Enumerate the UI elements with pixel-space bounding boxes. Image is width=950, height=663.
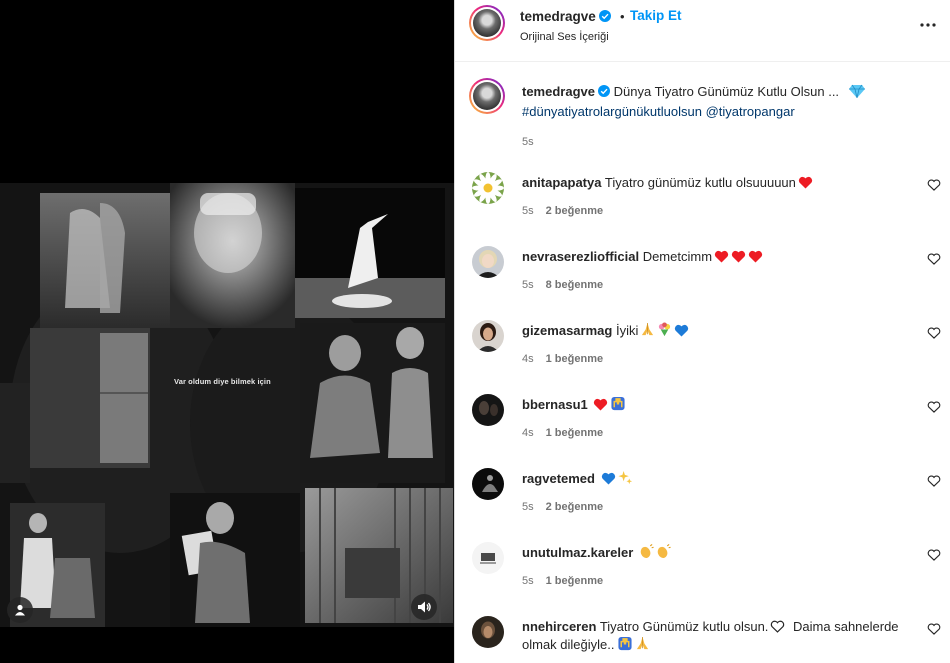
comment-avatar[interactable] [472,172,504,204]
comment-avatar[interactable] [472,468,504,500]
post-header: temedragve • Takip Et Orijinal Ses İçeri… [455,0,950,62]
like-comment-heart-icon[interactable] [927,252,941,266]
like-comment-heart-icon[interactable] [927,474,941,488]
comment-item: unutulmaz.kareler 5s 1 beğenme [455,542,950,612]
comment-username[interactable]: nevraserezliofficial [522,249,639,264]
comment-text: gizemasarmag İyiki [522,322,912,340]
separator-dot: • [620,9,625,24]
comment-likes[interactable]: 2 beğenme [546,205,603,217]
caption-text-line: temedragve Dünya Tiyatro Günümüz Kutlu O… [522,84,865,99]
caption-body: Dünya Tiyatro Günümüz Kutlu Olsun ... [613,84,840,99]
like-comment-heart-icon[interactable] [927,326,941,340]
like-comment-heart-icon[interactable] [927,400,941,414]
bouquet-icon [659,322,671,337]
mute-button[interactable] [411,594,437,620]
comment-time[interactable]: 5s [522,501,534,513]
gem-icon [848,84,865,98]
comment-time[interactable]: 5s [522,205,534,217]
like-comment-heart-icon[interactable] [927,178,941,192]
comment-time[interactable]: 4s [522,353,534,365]
collage-frame [0,183,454,627]
comment-time[interactable]: 5s [522,279,534,291]
follow-button[interactable]: Takip Et [630,8,682,23]
comment-text: nevraserezliofficial Demetcimm [522,248,912,266]
comment-avatar[interactable] [472,616,504,648]
heart-icon [675,324,689,337]
comment-meta: 5s 2 beğenme [522,205,603,217]
comment-username[interactable]: unutulmaz.kareler [522,545,633,560]
author-username[interactable]: temedragve [520,9,611,24]
outline-heart-icon [771,620,785,633]
post-side-panel: temedragve • Takip Et Orijinal Ses İçeri… [454,0,950,663]
comment-time[interactable]: 4s [522,427,534,439]
comment-text: nnehirceren Tiyatro Günümüz kutlu olsun.… [522,618,912,654]
comment-likes[interactable]: 1 beğenme [546,575,603,587]
caption-avatar[interactable] [469,78,505,114]
comment-body: Tiyatro günümüz kutlu olsuuuuun [604,175,796,190]
heart-icon [798,176,813,189]
comment-item: nevraserezliofficial Demetcimm 5s 8 beğen… [455,246,950,316]
comment-username[interactable]: ragvetemed [522,471,595,486]
comment-avatar[interactable] [472,542,504,574]
heart-icon [714,250,729,263]
more-dots-icon [920,23,936,27]
like-comment-heart-icon[interactable] [927,548,941,562]
comment-item: anitapapatya Tiyatro günümüz kutlu olsuu… [455,172,950,242]
caption-hashtags[interactable]: #dünyatiyatrolargünükutluolsun @tiyatrop… [522,104,795,119]
comment-text: anitapapatya Tiyatro günümüz kutlu olsuu… [522,174,912,192]
audio-label[interactable]: Orijinal Ses İçeriği [520,31,609,43]
verified-badge-icon [598,10,611,22]
comment-username[interactable]: anitapapatya [522,175,601,190]
comment-meta: 4s 1 beğenme [522,353,603,365]
comment-item: nnehirceren Tiyatro Günümüz kutlu olsun.… [455,616,950,663]
comment-item: gizemasarmag İyiki 4s 1 beğenme [455,320,950,390]
comment-likes[interactable]: 8 beğenme [546,279,603,291]
clapping-hands-icon [640,544,654,558]
comment-likes[interactable]: 2 beğenme [546,501,603,513]
post-media: Var oldum diye bilmek için [0,0,454,663]
heart-icon [731,250,746,263]
comment-body: İyiki [615,323,639,338]
comment-avatar[interactable] [472,320,504,352]
comment-body: Demetcimm [642,249,713,264]
more-options-button[interactable] [917,14,939,36]
clapping-hands-icon [657,544,671,558]
video-player[interactable] [0,183,454,627]
author-avatar[interactable] [469,5,505,41]
comment-item: bbernasu1 4s 1 beğenme [455,394,950,464]
heart-icon [594,398,608,411]
comment-username[interactable]: nnehirceren [522,619,596,634]
raised-hands-icon [611,396,625,411]
comment-likes[interactable]: 1 beğenme [546,353,603,365]
folded-hands-icon [636,636,648,650]
comment-meta: 5s 2 beğenme [522,501,603,513]
verified-badge-icon [597,85,610,97]
sparkles-icon [618,470,632,485]
raised-hands-icon [617,636,632,651]
like-comment-heart-icon[interactable] [927,622,941,636]
comment-username[interactable]: bbernasu1 [522,397,588,412]
comment-avatar[interactable] [472,246,504,278]
comment-username[interactable]: gizemasarmag [522,323,612,338]
heart-icon [601,472,615,485]
comment-body: Tiyatro Günümüz kutlu olsun. [599,619,769,634]
person-icon [15,604,25,616]
comment-item: ragvetemed 5s 2 beğenme [455,468,950,538]
heart-icon [748,250,763,263]
comment-meta: 4s 1 beğenme [522,427,603,439]
caption-time[interactable]: 5s [522,136,534,148]
comment-avatar[interactable] [472,394,504,426]
video-overlay-text: Var oldum diye bilmek için [174,377,271,386]
folded-hands-icon [642,322,654,336]
caption-username[interactable]: temedragve [522,84,595,99]
comment-text: ragvetemed [522,470,912,488]
comment-time[interactable]: 5s [522,575,534,587]
comment-text: unutulmaz.kareler [522,544,912,562]
tagged-users-button[interactable] [7,597,33,623]
comment-text: bbernasu1 [522,396,912,414]
comment-meta: 5s 1 beğenme [522,575,603,587]
speaker-icon [418,601,431,613]
comment-meta: 5s 8 beğenme [522,279,603,291]
comment-likes[interactable]: 1 beğenme [546,427,603,439]
